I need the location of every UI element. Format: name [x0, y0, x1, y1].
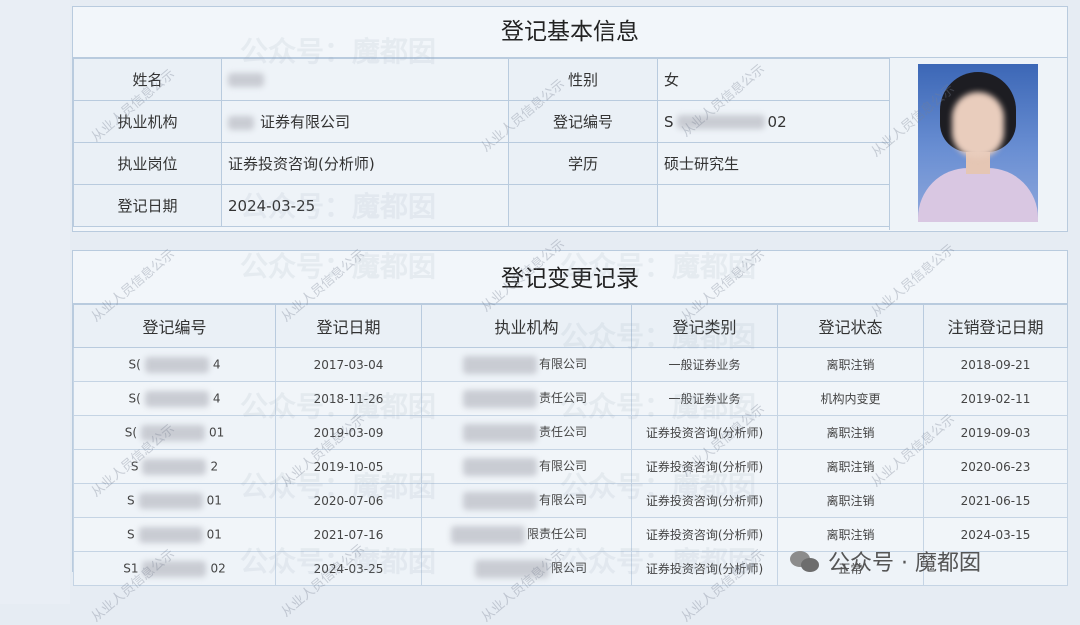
row-status: 离职注销: [777, 449, 924, 484]
empty-value: [657, 184, 890, 227]
basic-info-table: 姓名 性别 女 执业机构 证券有限公司 登记编号 S 02 执业岗位 证券投资咨询…: [73, 58, 890, 227]
regdate-label: 登记日期: [73, 184, 222, 227]
portrait-photo: [918, 64, 1038, 222]
row-date: 2019-10-05: [275, 449, 422, 484]
row-category: 证券投资咨询(分析师): [631, 483, 778, 518]
row-category: 一般证券业务: [631, 381, 778, 416]
position-value: 证券投资咨询(分析师): [221, 142, 509, 185]
row-date: 2021-07-16: [275, 517, 422, 552]
row-status: 机构内变更: [777, 381, 924, 416]
regno-value: S 02: [657, 100, 890, 143]
empty-label: [508, 184, 658, 227]
row-org: 责任公司: [421, 415, 632, 450]
wechat-icon: [790, 549, 820, 573]
column-header: 登记状态: [777, 304, 924, 348]
row-date: 2020-07-06: [275, 483, 422, 518]
row-category: 证券投资咨询(分析师): [631, 517, 778, 552]
row-org: 责任公司: [421, 381, 632, 416]
column-header: 登记编号: [73, 304, 276, 348]
row-date: 2017-03-04: [275, 347, 422, 382]
row-category: 证券投资咨询(分析师): [631, 415, 778, 450]
org-value: 证券有限公司: [221, 100, 509, 143]
change-record-panel: 登记变更记录 登记编号 登记日期 执业机构 登记类别 登记状态 注销登记日期 S(4 201…: [72, 250, 1068, 586]
row-category: 证券投资咨询(分析师): [631, 449, 778, 484]
row-cancel-date: 2020-06-23: [923, 449, 1068, 484]
name-value: [221, 58, 509, 101]
org-label: 执业机构: [73, 100, 222, 143]
left-margin: [0, 0, 70, 604]
regdate-value: 2024-03-25: [221, 184, 509, 227]
row-status: 离职注销: [777, 415, 924, 450]
column-header: 注销登记日期: [923, 304, 1068, 348]
gender-value: 女: [657, 58, 890, 101]
row-cancel-date: 2019-09-03: [923, 415, 1068, 450]
table-row: S 01 2020-07-06 有限公司 证券投资咨询(分析师) 离职注销 2021-06-…: [73, 483, 1068, 518]
footer-text: 公众号 · 魔都囡: [828, 551, 981, 576]
row-cancel-date: 2019-02-11: [923, 381, 1068, 416]
footer-badge: 公众号 · 魔都囡: [790, 544, 981, 578]
row-cancel-date: 2018-09-21: [923, 347, 1068, 382]
basic-info-title: 登记基本信息: [73, 7, 1067, 58]
row-id: S(4: [73, 381, 276, 416]
position-label: 执业岗位: [73, 142, 222, 185]
row-id: S(01: [73, 415, 276, 450]
row-status: 离职注销: [777, 483, 924, 518]
row-org: 有限公司: [421, 449, 632, 484]
row-id: S 01: [73, 517, 276, 552]
gender-label: 性别: [508, 58, 658, 101]
row-status: 离职注销: [777, 347, 924, 382]
row-org: 有限公司: [421, 347, 632, 382]
row-date: 2019-03-09: [275, 415, 422, 450]
table-row: S(4 2018-11-26 责任公司 一般证券业务 机构内变更 2019-02-11: [73, 381, 1068, 416]
column-header: 执业机构: [421, 304, 632, 348]
education-value: 硕士研究生: [657, 142, 890, 185]
change-record-title: 登记变更记录: [73, 251, 1067, 304]
table-row: S 2 2019-10-05 有限公司 证券投资咨询(分析师) 离职注销 2020-06-2…: [73, 449, 1068, 484]
row-org: 有限公司: [421, 483, 632, 518]
row-date: 2024-03-25: [275, 551, 422, 586]
row-org: 限责任公司: [421, 517, 632, 552]
name-label: 姓名: [73, 58, 222, 101]
row-category: 证券投资咨询(分析师): [631, 551, 778, 586]
column-header: 登记日期: [275, 304, 422, 348]
table-row: S(01 2019-03-09 责任公司 证券投资咨询(分析师) 离职注销 2019-09…: [73, 415, 1068, 450]
photo-cell: [889, 58, 1067, 230]
row-id: S 01: [73, 483, 276, 518]
row-org: 限公司: [421, 551, 632, 586]
row-id: S1 02: [73, 551, 276, 586]
basic-info-panel: 登记基本信息 姓名 性别 女 执业机构 证券有限公司 登记编号 S 02 执业岗位…: [72, 6, 1068, 232]
table-row: S(4 2017-03-04 有限公司 一般证券业务 离职注销 2018-09-21: [73, 347, 1068, 382]
education-label: 学历: [508, 142, 658, 185]
row-cancel-date: 2021-06-15: [923, 483, 1068, 518]
row-date: 2018-11-26: [275, 381, 422, 416]
row-id: S(4: [73, 347, 276, 382]
row-id: S2: [73, 449, 276, 484]
regno-label: 登记编号: [508, 100, 658, 143]
row-category: 一般证券业务: [631, 347, 778, 382]
column-header: 登记类别: [631, 304, 778, 348]
table-header-row: 登记编号 登记日期 执业机构 登记类别 登记状态 注销登记日期: [73, 304, 1068, 348]
